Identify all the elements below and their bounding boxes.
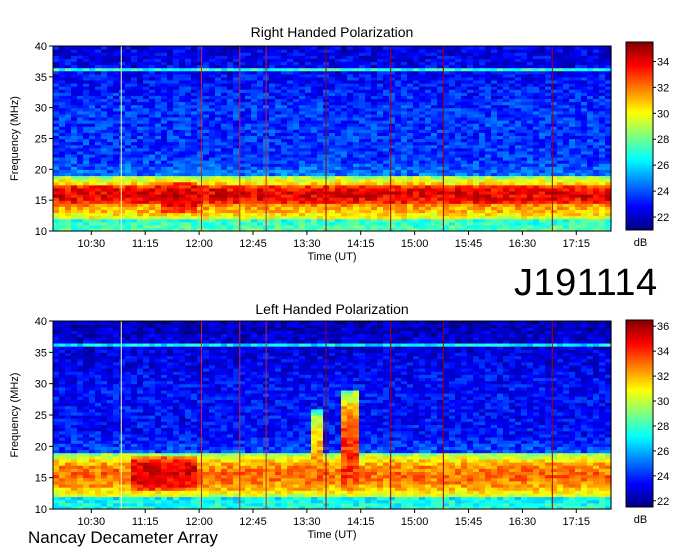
right-polarization-panel: Right Handed Polarization101520253035401…	[9, 24, 669, 263]
spectrogram-image	[53, 46, 612, 232]
panel-title: Right Handed Polarization	[251, 24, 414, 40]
